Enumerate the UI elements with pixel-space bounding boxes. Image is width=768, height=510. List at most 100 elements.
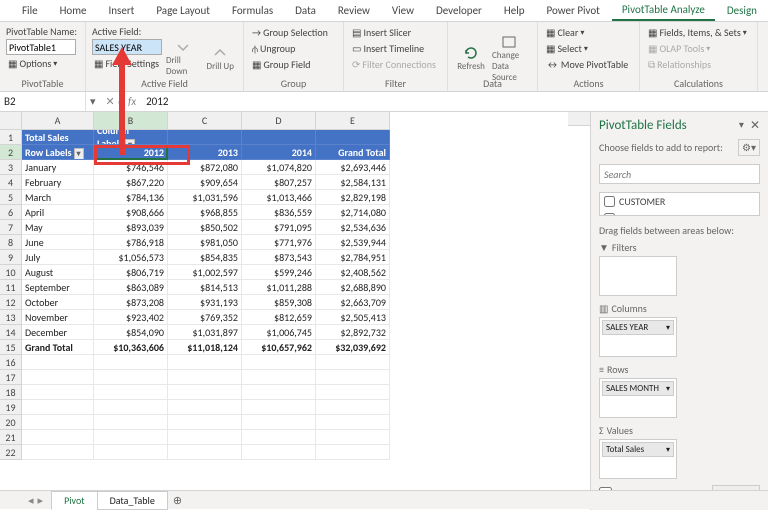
cell[interactable]: $2,693,446: [316, 160, 390, 175]
cell[interactable]: [94, 430, 168, 445]
cell[interactable]: $893,039: [94, 220, 168, 235]
cell[interactable]: November: [22, 310, 94, 325]
cell[interactable]: [22, 445, 94, 460]
cell[interactable]: [168, 385, 242, 400]
filters-box[interactable]: [599, 256, 677, 296]
checkbox-customer[interactable]: [604, 196, 615, 207]
row-header[interactable]: 2: [0, 145, 22, 160]
cell[interactable]: $814,513: [168, 280, 242, 295]
fields-pane-gear-icon[interactable]: ⚙▾: [738, 139, 760, 156]
cell[interactable]: $872,080: [168, 160, 242, 175]
cell[interactable]: $2,688,890: [316, 280, 390, 295]
group-selection-button[interactable]: →Group Selection: [250, 25, 330, 40]
cell[interactable]: $807,257: [242, 175, 316, 190]
cell[interactable]: [242, 430, 316, 445]
cell[interactable]: $2,663,709: [316, 295, 390, 310]
active-field-input[interactable]: [92, 39, 162, 55]
cell[interactable]: $1,031,596: [168, 190, 242, 205]
cell[interactable]: $771,976: [242, 235, 316, 250]
cell[interactable]: $2,829,198: [316, 190, 390, 205]
cell[interactable]: [22, 355, 94, 370]
tab-page-layout[interactable]: Page Layout: [146, 1, 220, 20]
row-header[interactable]: 21: [0, 430, 22, 445]
cell[interactable]: $32,039,692: [316, 340, 390, 355]
cell[interactable]: $2,408,562: [316, 265, 390, 280]
fields-search-input[interactable]: [599, 164, 760, 184]
cell[interactable]: 2012: [94, 145, 168, 160]
cell[interactable]: [316, 430, 390, 445]
name-box-dropdown[interactable]: ▾: [86, 95, 100, 108]
select-button[interactable]: ▦Select▾: [544, 41, 630, 56]
cell[interactable]: 2013: [168, 145, 242, 160]
field-settings-button[interactable]: ▦Field Settings: [92, 56, 162, 71]
row-header[interactable]: 17: [0, 370, 22, 385]
cell[interactable]: $873,208: [94, 295, 168, 310]
cell[interactable]: Column Labels▾: [94, 130, 168, 145]
options-button[interactable]: ▦Options▾: [6, 56, 77, 71]
cell[interactable]: $784,136: [94, 190, 168, 205]
cell[interactable]: $11,018,124: [168, 340, 242, 355]
row-header[interactable]: 20: [0, 415, 22, 430]
cell[interactable]: February: [22, 175, 94, 190]
clear-button[interactable]: ▦Clear▾: [544, 25, 630, 40]
cell[interactable]: [242, 355, 316, 370]
cell[interactable]: [316, 400, 390, 415]
fields-pane-close-icon[interactable]: ✕: [750, 118, 760, 133]
row-header[interactable]: 1: [0, 130, 22, 145]
pivottable-name-input[interactable]: [6, 39, 76, 55]
cell[interactable]: $931,193: [168, 295, 242, 310]
ungroup-button[interactable]: ⫛Ungroup: [250, 41, 330, 56]
cell[interactable]: [242, 415, 316, 430]
row-header[interactable]: 19: [0, 400, 22, 415]
cell[interactable]: [168, 415, 242, 430]
cell[interactable]: Total Sales: [22, 130, 94, 145]
rows-item[interactable]: SALES MONTH▾: [602, 381, 674, 396]
sheet-next-icon[interactable]: ▸: [38, 494, 44, 507]
cell[interactable]: $1,031,897: [168, 325, 242, 340]
cell[interactable]: [242, 370, 316, 385]
cell[interactable]: $836,559: [242, 205, 316, 220]
cell[interactable]: $2,539,944: [316, 235, 390, 250]
cell[interactable]: June: [22, 235, 94, 250]
cell[interactable]: Grand Total: [22, 340, 94, 355]
columns-item[interactable]: SALES YEAR▾: [602, 320, 674, 335]
cell[interactable]: $908,666: [94, 205, 168, 220]
cell[interactable]: [242, 130, 316, 145]
name-box[interactable]: B2: [0, 92, 86, 111]
row-header[interactable]: 11: [0, 280, 22, 295]
row-header[interactable]: 10: [0, 265, 22, 280]
cell[interactable]: $873,543: [242, 250, 316, 265]
fields-pane-dropdown[interactable]: ▾: [739, 118, 744, 133]
insert-timeline-button[interactable]: ▭Insert Timeline: [350, 41, 438, 56]
fx-icon[interactable]: fx: [128, 95, 136, 108]
cell[interactable]: [316, 130, 390, 145]
cell[interactable]: [168, 445, 242, 460]
cell[interactable]: $2,534,636: [316, 220, 390, 235]
cell[interactable]: $909,654: [168, 175, 242, 190]
cell[interactable]: [242, 445, 316, 460]
tab-insert[interactable]: Insert: [99, 1, 145, 20]
col-header-c[interactable]: C: [168, 112, 242, 130]
col-header-a[interactable]: A: [22, 112, 94, 130]
cell[interactable]: $923,402: [94, 310, 168, 325]
fx-cancel-icon[interactable]: ✕: [106, 95, 115, 108]
cell[interactable]: January: [22, 160, 94, 175]
cell[interactable]: $806,719: [94, 265, 168, 280]
cell[interactable]: December: [22, 325, 94, 340]
cell[interactable]: $2,584,131: [316, 175, 390, 190]
fields-items-sets-button[interactable]: ▦Fields, Items, & Sets▾: [646, 25, 749, 40]
group-field-button[interactable]: ▦Group Field: [250, 57, 330, 72]
cell[interactable]: [22, 370, 94, 385]
cell[interactable]: [168, 430, 242, 445]
tab-review[interactable]: Review: [328, 1, 380, 20]
row-header[interactable]: 5: [0, 190, 22, 205]
sheet-add-button[interactable]: ⊕: [167, 494, 188, 507]
cell[interactable]: $812,659: [242, 310, 316, 325]
cell[interactable]: $1,013,466: [242, 190, 316, 205]
cell[interactable]: [242, 400, 316, 415]
cell[interactable]: September: [22, 280, 94, 295]
cell[interactable]: $2,714,080: [316, 205, 390, 220]
select-all-corner[interactable]: [0, 112, 22, 130]
field-products[interactable]: PRODUCTS: [600, 210, 759, 216]
cell[interactable]: [94, 400, 168, 415]
